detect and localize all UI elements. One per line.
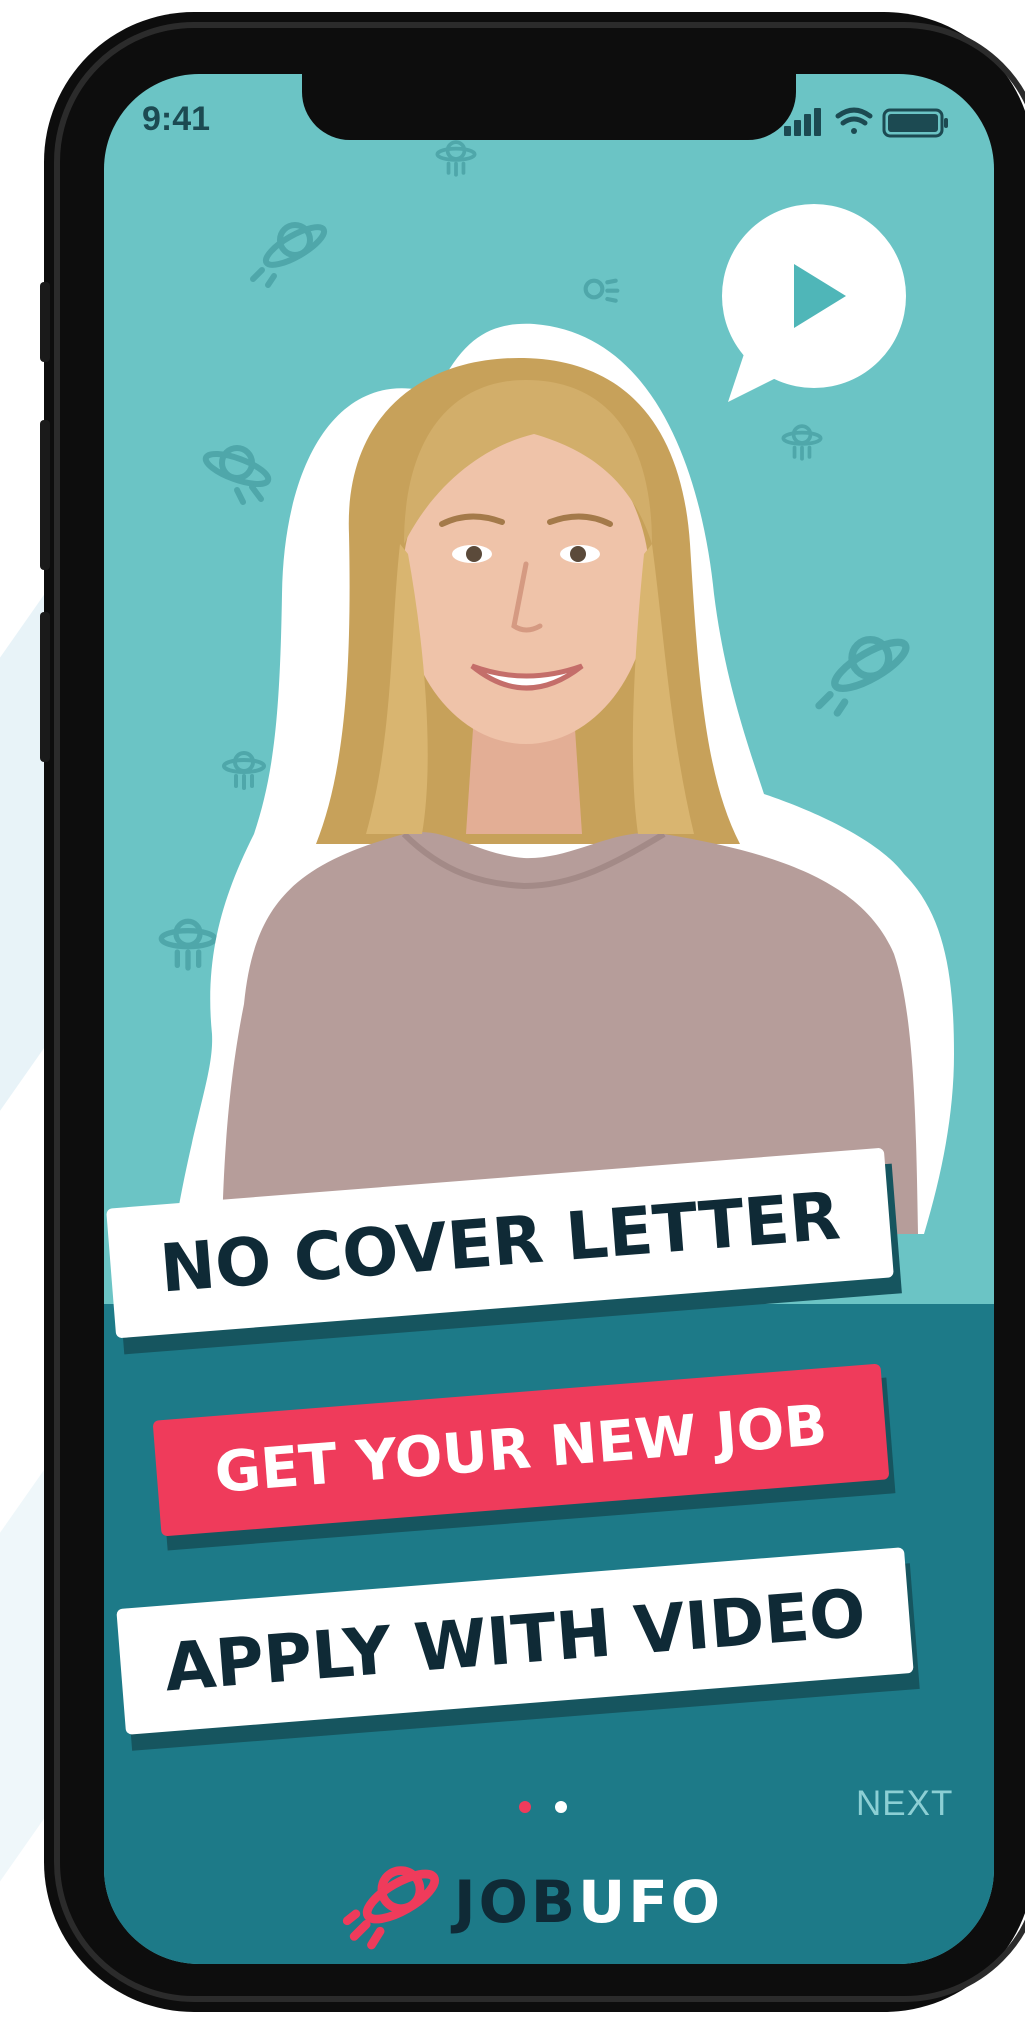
jobufo-logo: JOBUFO <box>342 1848 782 1958</box>
logo-wordmark: JOBUFO <box>454 1868 723 1936</box>
logo-text-ufo: UFO <box>578 1868 724 1936</box>
volume-down-button <box>40 612 50 762</box>
page-dot[interactable] <box>555 1801 567 1813</box>
play-video-button[interactable] <box>708 192 908 408</box>
page-dot-active[interactable] <box>519 1801 531 1813</box>
banner-get-your-new-job-text: GET YOUR NEW JOB <box>212 1393 830 1506</box>
logo-text-job: JOB <box>454 1868 579 1936</box>
banner-no-cover-letter-text: NO COVER LETTER <box>157 1177 843 1308</box>
next-button[interactable]: NEXT <box>856 1784 953 1824</box>
mute-switch <box>40 282 50 362</box>
app-screen: 9:41 NO COVER LETTER GET YOUR NEW JOB AP… <box>104 74 994 1964</box>
ufo-logo-icon <box>342 1866 440 1950</box>
volume-up-button <box>40 420 50 570</box>
